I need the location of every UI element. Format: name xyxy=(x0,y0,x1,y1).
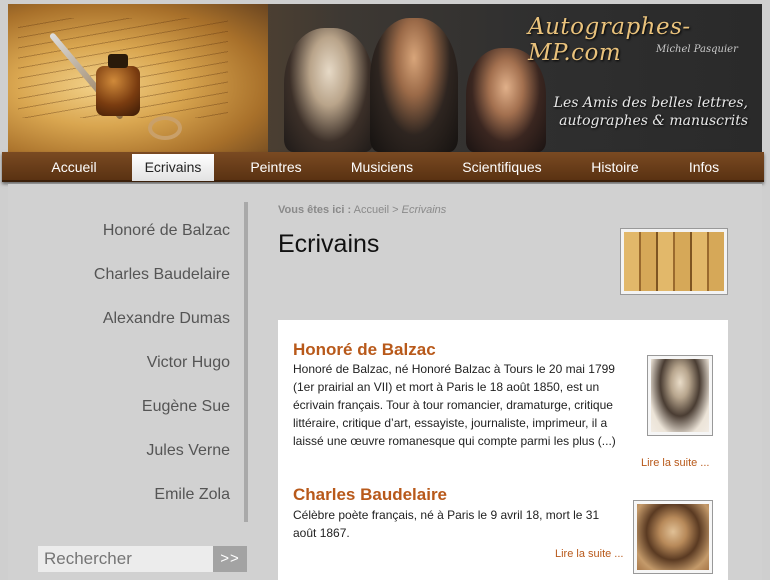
tagline-line-1: Les Amis des belles lettres, xyxy=(553,95,748,111)
article-line: août 1867. xyxy=(293,526,350,540)
article-title-balzac[interactable]: Honoré de Balzac xyxy=(293,340,436,360)
sidebar-item-dumas[interactable]: Alexandre Dumas xyxy=(103,310,230,328)
nav-item-musiciens[interactable]: Musiciens xyxy=(340,154,424,181)
breadcrumb-label: Vous êtes ici : xyxy=(278,204,352,216)
portrait-victor-hugo xyxy=(284,28,374,152)
sidebar-item-balzac[interactable]: Honoré de Balzac xyxy=(103,222,230,240)
balzac-portrait-thumbnail[interactable] xyxy=(647,355,713,436)
read-more-link-baudelaire[interactable]: Lire la suite ... xyxy=(555,548,623,560)
nav-item-ecrivains[interactable]: Ecrivains xyxy=(132,154,214,181)
site-logo[interactable]: Autographes-MP.com xyxy=(528,14,762,66)
site-tagline: Les Amis des belles lettres, autographes… xyxy=(548,94,748,130)
page-title: Ecrivains xyxy=(278,230,380,258)
article-line: littéraire, critique d’art, essayiste, j… xyxy=(293,416,608,430)
tagline-line-2: autographes & manuscrits xyxy=(559,113,748,129)
inkwell-image xyxy=(96,54,140,116)
article-line: Honoré de Balzac, né Honoré Balzac à Tou… xyxy=(293,362,615,376)
sidebar-item-baudelaire[interactable]: Charles Baudelaire xyxy=(94,266,230,284)
nav-item-infos[interactable]: Infos xyxy=(676,154,732,181)
search-input[interactable] xyxy=(38,546,213,572)
article-text-baudelaire: Célèbre poète français, né à Paris le 9 … xyxy=(293,506,599,542)
magnifier-image xyxy=(148,116,182,140)
portrait-delacroix xyxy=(370,18,458,152)
article-line: laissé une œuvre romanesque qui compte p… xyxy=(293,434,616,448)
article-line: Célèbre poète français, né à Paris le 9 … xyxy=(293,508,600,522)
site-signature: Michel Pasquier xyxy=(656,44,738,55)
breadcrumb: Vous êtes ici : Accueil > Ecrivains xyxy=(278,204,446,216)
sidebar: Honoré de Balzac Charles Baudelaire Alex… xyxy=(8,202,248,522)
article-line: écrivain français. Tour à tour romancier… xyxy=(293,398,613,412)
article-line: (1er prairial an VII) et mort à Paris le… xyxy=(293,380,600,394)
sidebar-item-verne[interactable]: Jules Verne xyxy=(146,442,230,460)
read-more-link-balzac[interactable]: Lire la suite ... xyxy=(641,457,709,469)
nav-item-peintres[interactable]: Peintres xyxy=(236,154,316,181)
breadcrumb-current: Ecrivains xyxy=(401,204,447,216)
sidebar-item-hugo[interactable]: Victor Hugo xyxy=(147,354,230,372)
nav-item-accueil[interactable]: Accueil xyxy=(34,154,114,181)
books-image xyxy=(620,228,728,295)
sidebar-item-zola[interactable]: Emile Zola xyxy=(154,486,230,504)
nav-item-histoire[interactable]: Histoire xyxy=(578,154,652,181)
search-button[interactable]: >> xyxy=(213,546,247,572)
nav-item-scientifiques[interactable]: Scientifiques xyxy=(452,154,552,181)
sidebar-item-sue[interactable]: Eugène Sue xyxy=(142,398,230,416)
articles-panel: Honoré de Balzac Honoré de Balzac, né Ho… xyxy=(278,320,728,580)
article-text-balzac: Honoré de Balzac, né Honoré Balzac à Tou… xyxy=(293,360,616,450)
article-title-baudelaire[interactable]: Charles Baudelaire xyxy=(293,485,447,505)
breadcrumb-separator: > xyxy=(392,204,399,216)
baudelaire-portrait-thumbnail[interactable] xyxy=(633,500,713,574)
breadcrumb-home-link[interactable]: Accueil xyxy=(354,204,389,216)
page: Autographes-MP.com Michel Pasquier Les A… xyxy=(0,0,770,580)
content-area: Honoré de Balzac Charles Baudelaire Alex… xyxy=(8,184,762,580)
header-banner: Autographes-MP.com Michel Pasquier Les A… xyxy=(8,4,762,152)
main-nav: Accueil Ecrivains Peintres Musiciens Sci… xyxy=(2,152,764,182)
